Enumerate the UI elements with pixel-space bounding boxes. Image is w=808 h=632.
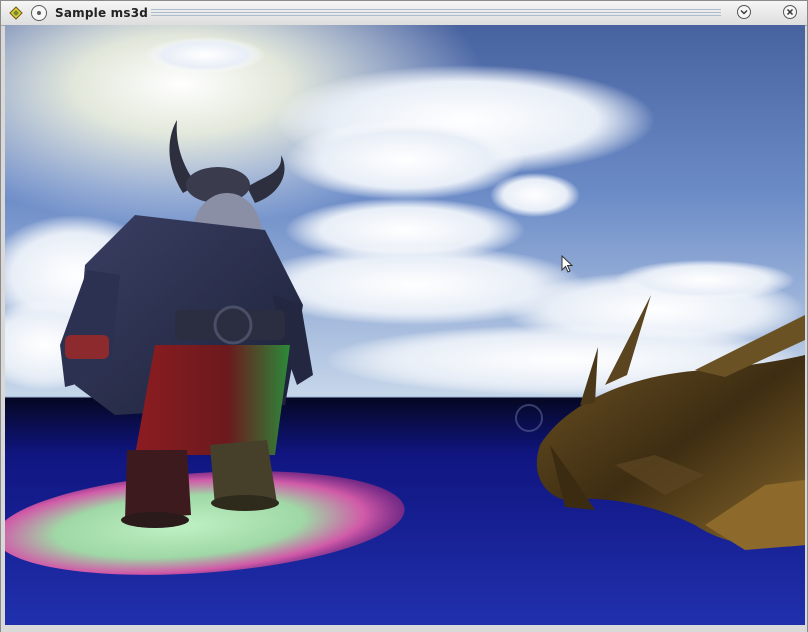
close-icon — [786, 8, 794, 16]
app-diamond-icon[interactable] — [9, 6, 23, 20]
title-left-group: Sample ms3d — [9, 5, 148, 21]
render-viewport[interactable] — [5, 25, 805, 625]
minimize-button[interactable] — [737, 5, 751, 19]
pin-dot — [37, 11, 41, 15]
app-window: Sample ms3d — [0, 0, 808, 632]
3d-scene — [5, 25, 805, 625]
title-decoration — [151, 9, 721, 17]
chevron-down-icon — [740, 10, 748, 15]
window-title: Sample ms3d — [55, 6, 149, 20]
pin-icon[interactable] — [31, 5, 47, 21]
title-bar[interactable]: Sample ms3d — [1, 1, 807, 26]
mouse-cursor-icon — [561, 255, 573, 273]
close-button[interactable] — [783, 5, 797, 19]
window-bottom-border — [1, 625, 807, 632]
